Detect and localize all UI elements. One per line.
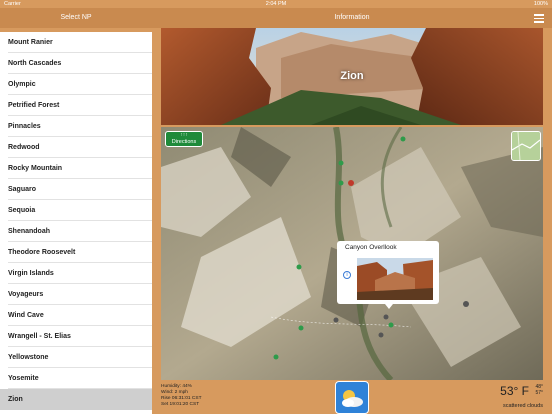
list-item-label: Voyageurs: [8, 291, 44, 298]
list-item-petrified-forest[interactable]: Petrified Forest: [0, 95, 152, 116]
list-item-label: Saguaro: [8, 186, 37, 193]
park-list[interactable]: Mount Ranier North Cascades Olympic Petr…: [0, 32, 152, 414]
poi-callout[interactable]: Canyon Overllook i: [337, 241, 439, 309]
list-item-wind-cave[interactable]: Wind Cave: [0, 305, 152, 326]
low-temp: 57°: [535, 390, 543, 396]
list-item-label: Yellowstone: [8, 354, 49, 361]
directions-button[interactable]: ↑↑↑ Directions: [165, 131, 203, 147]
park-hero-image: Zion: [161, 28, 543, 125]
list-item-label: Wrangell - St. Elias: [8, 333, 71, 340]
list-item-rocky-mountain[interactable]: Rocky Mountain: [0, 158, 152, 179]
list-item-pinnacles[interactable]: Pinnacles: [0, 116, 152, 137]
list-item-label: Olympic: [8, 81, 36, 88]
right-nav-bar: Information: [152, 8, 552, 28]
map-thumbnail-icon: [512, 132, 540, 160]
status-bar: Carrier 2:04 PM 100%: [0, 0, 552, 8]
list-item-theodore-roosevelt[interactable]: Theodore Roosevelt: [0, 242, 152, 263]
callout-pointer: [385, 304, 393, 309]
menu-icon[interactable]: [534, 14, 544, 23]
directions-label: Directions: [171, 139, 197, 145]
list-item-label: Zion: [8, 396, 23, 403]
temperature: 53° F: [500, 384, 529, 398]
sunset-text: Set 19:01:20 CST: [161, 402, 200, 407]
list-item-label: Petrified Forest: [8, 102, 60, 109]
list-item-label: Redwood: [8, 144, 40, 151]
list-item-yosemite[interactable]: Yosemite: [0, 368, 152, 389]
weather-summary: 53° F 48° 57° scattered clouds: [500, 384, 543, 409]
list-item-redwood[interactable]: Redwood: [0, 137, 152, 158]
list-item-sequoia[interactable]: Sequoia: [0, 200, 152, 221]
high-low: 48° 57°: [535, 384, 543, 396]
poi-photo-image: [357, 258, 433, 300]
list-item-olympic[interactable]: Olympic: [0, 74, 152, 95]
weather-description: scattered clouds: [502, 403, 543, 409]
list-item-label: Theodore Roosevelt: [8, 249, 76, 256]
weather-details: Humidity: 44% Wind: 2 mph Rise 06:31:01 …: [161, 384, 202, 408]
list-item-wrangell-st-elias[interactable]: Wrangell - St. Elias: [0, 326, 152, 347]
left-nav-title: Select NP: [60, 14, 92, 21]
right-nav-title: Information: [334, 14, 370, 21]
list-item-yellowstone[interactable]: Yellowstone: [0, 347, 152, 368]
poi-photo[interactable]: [357, 258, 433, 300]
list-item-virgin-islands[interactable]: Virgin Islands: [0, 263, 152, 284]
list-item-label: Wind Cave: [8, 312, 44, 319]
list-item-label: Shenandoah: [8, 228, 51, 235]
weather-button[interactable]: [335, 381, 369, 414]
list-item-label: Mount Ranier: [8, 39, 53, 46]
partly-cloudy-icon: [342, 390, 363, 407]
list-item-saguaro[interactable]: Saguaro: [0, 179, 152, 200]
map-mode-button[interactable]: [511, 131, 541, 161]
poi-title: Canyon Overllook: [345, 244, 397, 251]
info-icon[interactable]: i: [343, 271, 351, 279]
list-item-zion[interactable]: Zion: [0, 389, 152, 410]
list-item-mount-ranier[interactable]: Mount Ranier: [0, 32, 152, 53]
list-item-label: Virgin Islands: [8, 270, 54, 277]
park-title: Zion: [340, 70, 364, 82]
list-item-label: Sequoia: [8, 207, 36, 214]
list-item-voyageurs[interactable]: Voyageurs: [0, 284, 152, 305]
left-nav-bar: Select NP: [0, 8, 152, 28]
battery-label: 100%: [533, 1, 548, 7]
list-item-north-cascades[interactable]: North Cascades: [0, 53, 152, 74]
list-item-label: North Cascades: [8, 60, 62, 67]
list-item-label: Yosemite: [8, 375, 39, 382]
list-item-label: Pinnacles: [8, 123, 41, 130]
directions-arrows-icon: ↑↑↑: [180, 132, 188, 138]
list-item-shenandoah[interactable]: Shenandoah: [0, 221, 152, 242]
list-item-label: Rocky Mountain: [8, 165, 63, 172]
clock: 2:04 PM: [265, 1, 287, 7]
